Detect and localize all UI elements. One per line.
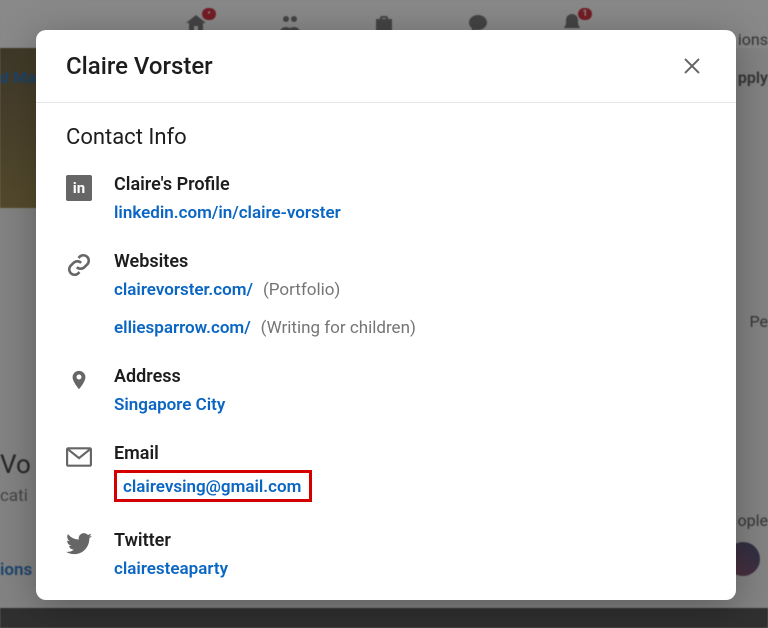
website-desc-2: (Writing for children)	[261, 318, 416, 338]
profile-label: Claire's Profile	[114, 174, 706, 195]
profile-section: in Claire's Profile linkedin.com/in/clai…	[66, 174, 706, 223]
modal-body[interactable]: Contact Info in Claire's Profile linkedi…	[36, 103, 736, 600]
twitter-label: Twitter	[114, 530, 706, 551]
contact-info-modal: Claire Vorster Contact Info in Claire's …	[36, 30, 736, 600]
close-button[interactable]	[674, 48, 710, 84]
websites-section: Websites clairevorster.com/ (Portfolio) …	[66, 251, 706, 338]
website-link-1[interactable]: clairevorster.com/	[114, 280, 253, 300]
twitter-link[interactable]: clairesteaparty	[114, 559, 228, 579]
close-icon	[681, 55, 703, 77]
website-entry-1: clairevorster.com/ (Portfolio)	[114, 280, 706, 300]
website-link-2[interactable]: elliesparrow.com/	[114, 318, 251, 338]
link-icon	[66, 252, 92, 278]
email-label: Email	[114, 443, 706, 464]
modal-header: Claire Vorster	[36, 30, 736, 103]
twitter-icon	[66, 531, 92, 557]
email-link[interactable]: clairevsing@gmail.com	[123, 477, 301, 497]
map-pin-icon	[66, 367, 92, 393]
website-entry-2: elliesparrow.com/ (Writing for children)	[114, 318, 706, 338]
websites-label: Websites	[114, 251, 706, 272]
email-highlight: clairevsing@gmail.com	[114, 470, 312, 502]
modal-title: Claire Vorster	[66, 52, 213, 80]
twitter-section: Twitter clairesteaparty	[66, 530, 706, 579]
address-label: Address	[114, 366, 706, 387]
profile-link[interactable]: linkedin.com/in/claire-vorster	[114, 203, 341, 223]
envelope-icon	[66, 444, 92, 470]
website-desc-1: (Portfolio)	[263, 280, 340, 300]
contact-info-heading: Contact Info	[66, 125, 706, 150]
address-section: Address Singapore City	[66, 366, 706, 415]
email-section: Email clairevsing@gmail.com	[66, 443, 706, 502]
linkedin-icon: in	[66, 175, 92, 201]
address-link[interactable]: Singapore City	[114, 395, 225, 415]
